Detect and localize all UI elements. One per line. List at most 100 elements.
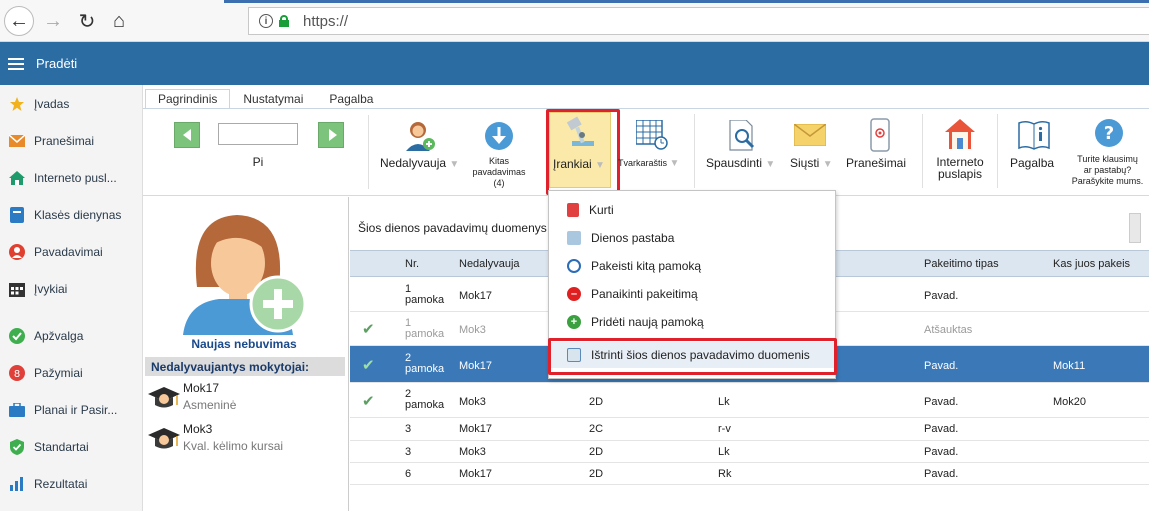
menu-item-pakeisti[interactable]: Pakeisti kitą pamoką bbox=[549, 253, 835, 279]
table-row[interactable]: 6 Mok17 2D Rk Pavad. bbox=[350, 463, 1149, 485]
tvarkarastis-button[interactable]: Tvarkaraštis ▼ bbox=[616, 118, 688, 188]
pagalba-button[interactable]: Pagalba bbox=[1004, 118, 1064, 188]
address-bar[interactable]: i https:// bbox=[248, 7, 1149, 35]
print-preview-icon bbox=[729, 120, 755, 151]
tab-pagrindinis[interactable]: Pagrindinis bbox=[145, 89, 231, 109]
teacher-name: Mok3 bbox=[183, 422, 213, 436]
tvarkarastis-label: Tvarkaraštis bbox=[618, 158, 668, 168]
prev-arrow-button[interactable] bbox=[174, 122, 200, 148]
sidebar-item-interneto-puslapis[interactable]: Interneto pusl... bbox=[0, 159, 142, 196]
arrow-down-icon bbox=[485, 122, 513, 150]
cell-nedalyvauja: Mok3 bbox=[459, 396, 486, 408]
interneto-puslapis-button[interactable]: Interneto puslapis bbox=[928, 118, 992, 188]
home-button[interactable]: ⌂ bbox=[104, 6, 134, 36]
sidebar-item-label: Planai ir Pasir... bbox=[34, 402, 118, 417]
sidebar-item-klases-dienynas[interactable]: Klasės dienynas bbox=[0, 196, 142, 233]
spausdinti-button[interactable]: Spausdinti ▼ bbox=[702, 118, 782, 188]
sidebar-item-label: Pavadavimai bbox=[34, 244, 103, 259]
kitas-label-3: (4) bbox=[493, 178, 505, 188]
grade-icon: 8 bbox=[8, 364, 26, 382]
sidebar-item-rezultatai[interactable]: Rezultatai bbox=[0, 465, 142, 502]
next-arrow-button[interactable] bbox=[318, 122, 344, 148]
menu-item-label: Panaikinti pakeitimą bbox=[591, 287, 698, 301]
column-header-nr[interactable]: Nr. bbox=[405, 258, 419, 270]
pranesimai-button[interactable]: Pranešimai bbox=[844, 118, 916, 188]
panel-action-button[interactable] bbox=[1129, 213, 1141, 243]
sidebar-item-ivykiai[interactable]: Įvykiai bbox=[0, 270, 142, 307]
sidebar-item-label: Apžvalga bbox=[34, 328, 84, 343]
new-absence-label[interactable]: Naujas nebuvimas bbox=[143, 337, 345, 351]
siusti-button[interactable]: Siųsti ▼ bbox=[786, 118, 842, 188]
nedalyvauja-label: Nedalyvauja bbox=[380, 156, 447, 170]
briefcase-icon bbox=[8, 401, 26, 419]
star-icon bbox=[8, 95, 26, 113]
check-circle-icon bbox=[8, 327, 26, 345]
envelope-icon bbox=[794, 124, 826, 146]
ribbon-tabs: Pagrindinis Nustatymai Pagalba bbox=[145, 89, 386, 109]
tab-pagalba[interactable]: Pagalba bbox=[316, 89, 386, 109]
cell-type: Atšauktas bbox=[924, 324, 973, 336]
menu-item-panaikinti[interactable]: – Panaikinti pakeitimą bbox=[549, 281, 835, 307]
menu-item-prideti[interactable]: + Pridėti naują pamoką bbox=[549, 309, 835, 335]
browser-toolbar: ← → ↻ ⌂ i https:// bbox=[0, 0, 1149, 42]
cell-type: Pavad. bbox=[924, 396, 959, 408]
new-absence-avatar[interactable] bbox=[179, 207, 309, 337]
sidebar-item-planai[interactable]: Planai ir Pasir... bbox=[0, 391, 142, 428]
help-feedback-button[interactable]: ? Turite klausimų ar pastabų? Parašykite… bbox=[1066, 118, 1149, 188]
table-row[interactable]: ✔ 2 pamoka Mok3 2D Lk Pavad. Mok20 bbox=[350, 383, 1149, 418]
table-row[interactable]: 3 Mok3 2D Lk Pavad. bbox=[350, 441, 1149, 463]
cell-subject: Lk bbox=[718, 396, 730, 408]
back-button[interactable]: ← bbox=[4, 6, 34, 36]
sidebar-item-standartai[interactable]: Standartai bbox=[0, 428, 142, 465]
remove-icon: – bbox=[567, 287, 581, 301]
spausdinti-label: Spausdinti bbox=[706, 156, 763, 170]
menu-item-kurti[interactable]: Kurti bbox=[549, 197, 835, 223]
forward-button[interactable]: → bbox=[38, 6, 68, 36]
sidebar-item-label: Pranešimai bbox=[34, 133, 95, 148]
reload-button[interactable]: ↻ bbox=[72, 6, 102, 36]
chevron-down-icon: ▼ bbox=[765, 159, 776, 170]
note-icon bbox=[567, 231, 581, 245]
app-title[interactable]: Pradėti bbox=[36, 56, 77, 71]
svg-text:?: ? bbox=[1104, 123, 1114, 144]
sidebar-item-label: Įvykiai bbox=[34, 281, 68, 296]
table-row[interactable]: 3 Mok17 2C r-v Pavad. bbox=[350, 418, 1149, 441]
chevron-down-icon: ▼ bbox=[822, 159, 833, 170]
url-text[interactable]: https:// bbox=[303, 13, 348, 30]
absent-teacher-item[interactable]: Mok3 Kval. kėlimo kursai bbox=[147, 422, 283, 458]
cell-class: 2C bbox=[589, 423, 604, 435]
cell-type: Pavad. bbox=[924, 423, 959, 435]
book-icon bbox=[8, 206, 26, 224]
menu-item-label: Dienos pastaba bbox=[591, 231, 675, 245]
teacher-add-icon bbox=[406, 122, 435, 151]
column-header-kas[interactable]: Kas juos pakeis bbox=[1053, 258, 1130, 270]
cell-nedalyvauja: Mok3 bbox=[459, 324, 486, 336]
cell-nedalyvauja: Mok17 bbox=[459, 290, 493, 302]
column-header-nedalyvauja[interactable]: Nedalyvauja bbox=[459, 258, 520, 270]
menu-icon[interactable] bbox=[8, 57, 24, 70]
cell-nr-sub: pamoka bbox=[405, 363, 445, 375]
envelope-icon bbox=[8, 132, 26, 150]
sidebar-item-label: Interneto pusl... bbox=[34, 170, 117, 185]
sidebar-item-ivadas[interactable]: Įvadas bbox=[0, 85, 142, 122]
sidebar-item-apzvalga[interactable]: Apžvalga bbox=[0, 317, 142, 354]
cell-nr-sub: pamoka bbox=[405, 294, 445, 306]
cell-nr: 3 bbox=[405, 446, 412, 458]
column-header-tipas[interactable]: Pakeitimo tipas bbox=[924, 258, 999, 270]
absent-teachers-heading: Nedalyvaujantys mokytojai: bbox=[145, 357, 345, 376]
info-icon[interactable]: i bbox=[259, 14, 273, 28]
check-icon: ✔ bbox=[362, 321, 375, 338]
sidebar-item-pavadavimai[interactable]: Pavadavimai bbox=[0, 233, 142, 270]
sidebar-item-pazymiai[interactable]: 8 Pažymiai bbox=[0, 354, 142, 391]
tab-nustatymai[interactable]: Nustatymai bbox=[230, 89, 316, 109]
cell-subject: Rk bbox=[718, 468, 732, 480]
sidebar-divider bbox=[0, 307, 142, 317]
chevron-down-icon: ▼ bbox=[669, 158, 680, 169]
pagalba-label: Pagalba bbox=[1010, 156, 1055, 170]
kitas-pavadavimas-button[interactable]: Kitas pavadavimas (4) bbox=[468, 109, 530, 195]
nedalyvauja-button[interactable]: Nedalyvauja ▼ bbox=[376, 109, 466, 195]
cell-nedalyvauja: Mok17 bbox=[459, 360, 493, 372]
menu-item-dienos-pastaba[interactable]: Dienos pastaba bbox=[549, 225, 835, 251]
sidebar-item-pranesimai[interactable]: Pranešimai bbox=[0, 122, 142, 159]
absent-teacher-item[interactable]: Mok17 Asmeninė bbox=[147, 381, 236, 417]
